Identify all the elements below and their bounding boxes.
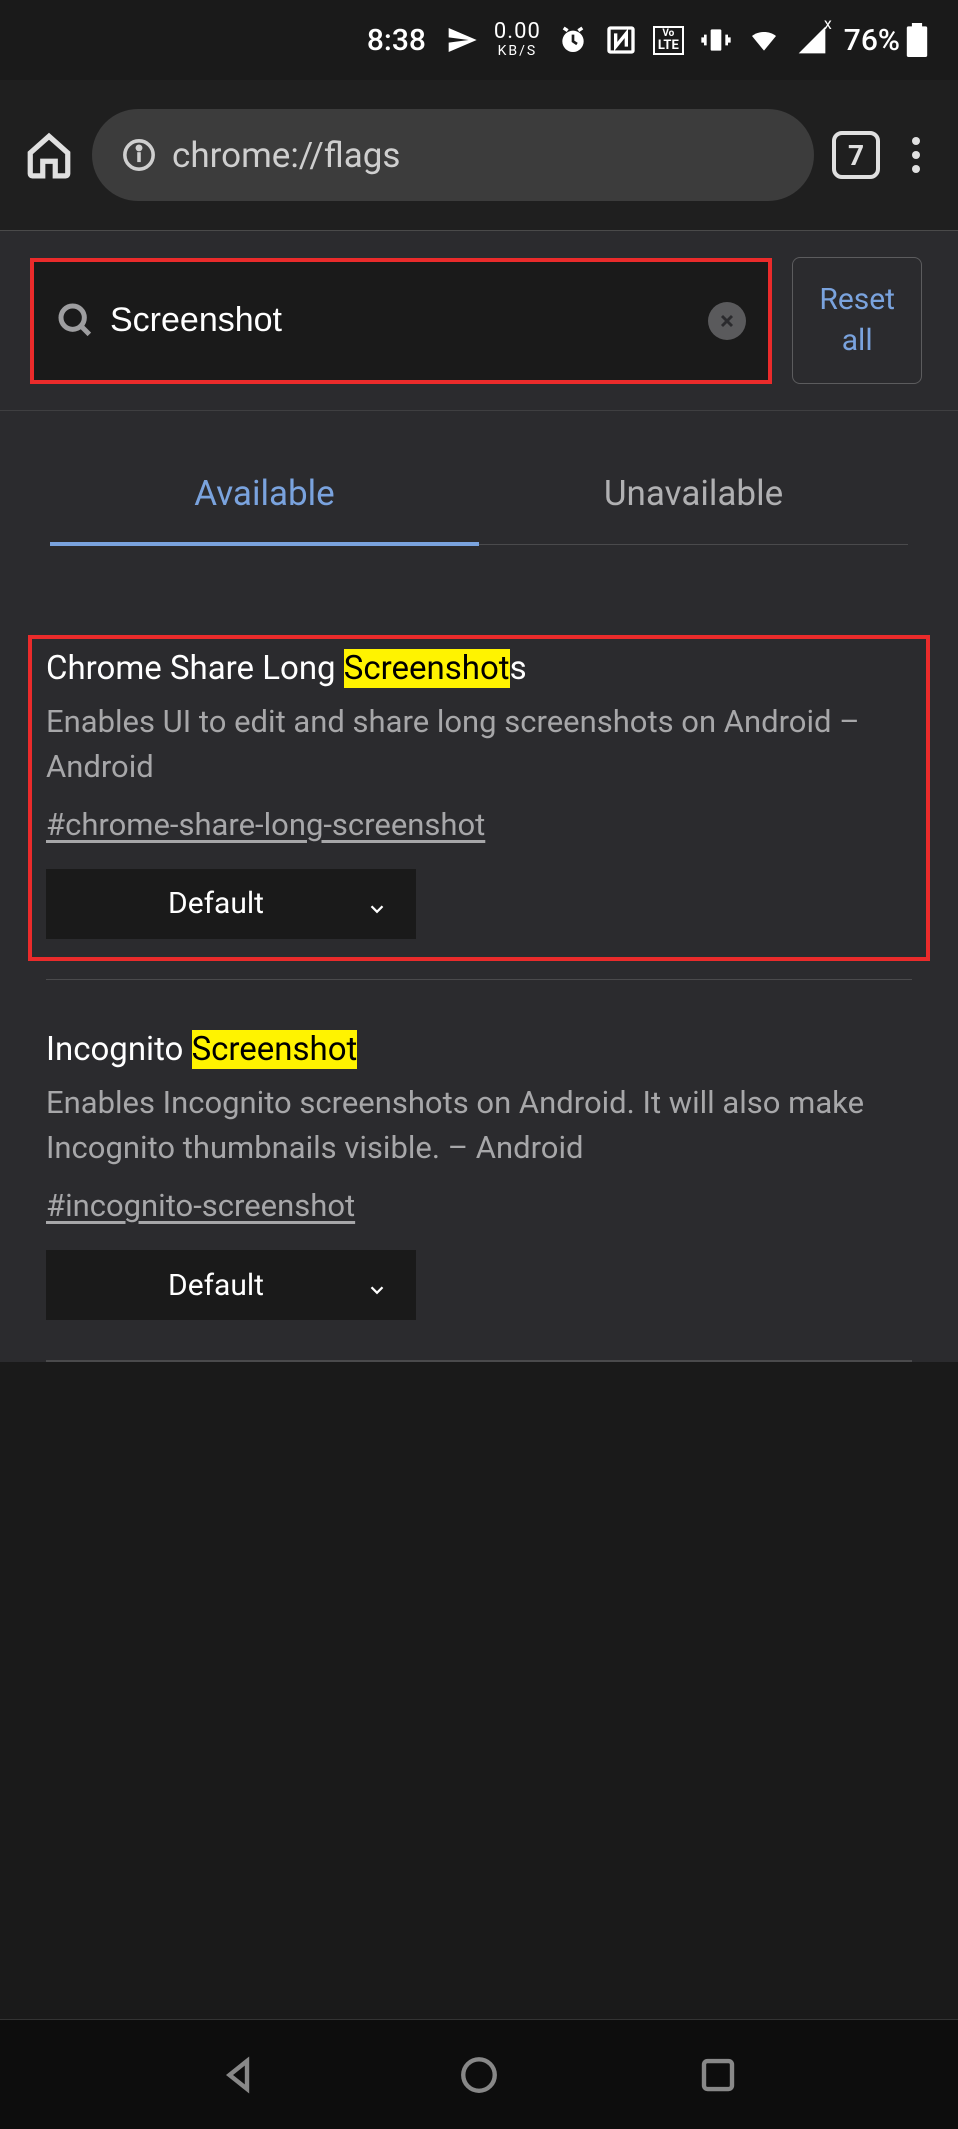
flag-hash-link[interactable]: #incognito-screenshot — [46, 1187, 355, 1224]
highlight: Screenshot — [344, 649, 510, 688]
site-info-icon[interactable] — [122, 138, 156, 172]
flags-list: Chrome Share Long Screenshots Enables UI… — [0, 545, 958, 1362]
tab-switcher-button[interactable]: 7 — [832, 131, 880, 179]
overflow-menu-button[interactable] — [898, 131, 934, 179]
cellular-signal-icon: x — [796, 24, 828, 56]
url-text: chrome://flags — [172, 135, 401, 176]
home-icon[interactable] — [24, 130, 74, 180]
search-icon — [56, 301, 96, 341]
flag-title: Chrome Share Long Screenshots — [46, 649, 912, 688]
battery-status: 76% — [844, 23, 928, 58]
android-status-bar: 8:38 0.00 KB/S VoLTE x 76% — [0, 0, 958, 80]
search-row: Reset all — [0, 231, 958, 411]
vibrate-icon — [700, 24, 732, 56]
back-button[interactable] — [219, 2054, 261, 2096]
flag-dropdown[interactable]: Default — [46, 869, 416, 939]
send-icon — [446, 24, 478, 56]
data-speed-indicator: 0.00 KB/S — [494, 20, 541, 60]
highlight: Screenshot — [192, 1030, 358, 1069]
flag-dropdown[interactable]: Default — [46, 1250, 416, 1320]
nfc-icon — [605, 24, 637, 56]
recents-button[interactable] — [697, 2054, 739, 2096]
flag-hash-link[interactable]: #chrome-share-long-screenshot — [46, 806, 485, 843]
android-nav-bar — [0, 2019, 958, 2129]
flags-search-box[interactable] — [30, 258, 772, 384]
wifi-icon — [748, 24, 780, 56]
tab-unavailable[interactable]: Unavailable — [479, 461, 908, 544]
flag-incognito-screenshot: Incognito Screenshot Enables Incognito s… — [28, 1016, 930, 1342]
home-button[interactable] — [458, 2054, 500, 2096]
search-input[interactable] — [110, 301, 694, 340]
url-bar[interactable]: chrome://flags — [92, 109, 814, 201]
flag-description: Enables Incognito screenshots on Android… — [46, 1081, 912, 1171]
volte-icon: VoLTE — [653, 26, 684, 55]
chevron-down-icon — [366, 893, 388, 915]
tab-available[interactable]: Available — [50, 461, 479, 546]
chevron-down-icon — [366, 1274, 388, 1296]
tabs: Available Unavailable — [50, 461, 908, 545]
browser-toolbar: chrome://flags 7 — [0, 80, 958, 230]
clear-search-icon[interactable] — [708, 302, 746, 340]
page-content: Reset all Available Unavailable Chrome S… — [0, 230, 958, 1362]
alarm-icon — [557, 24, 589, 56]
status-time: 8:38 — [367, 23, 426, 58]
divider — [46, 979, 912, 981]
reset-all-button[interactable]: Reset all — [792, 257, 922, 384]
flag-description: Enables UI to edit and share long screen… — [46, 700, 912, 790]
divider — [46, 1360, 912, 1362]
flag-title: Incognito Screenshot — [46, 1030, 912, 1069]
flag-chrome-share-long-screenshots: Chrome Share Long Screenshots Enables UI… — [28, 635, 930, 961]
